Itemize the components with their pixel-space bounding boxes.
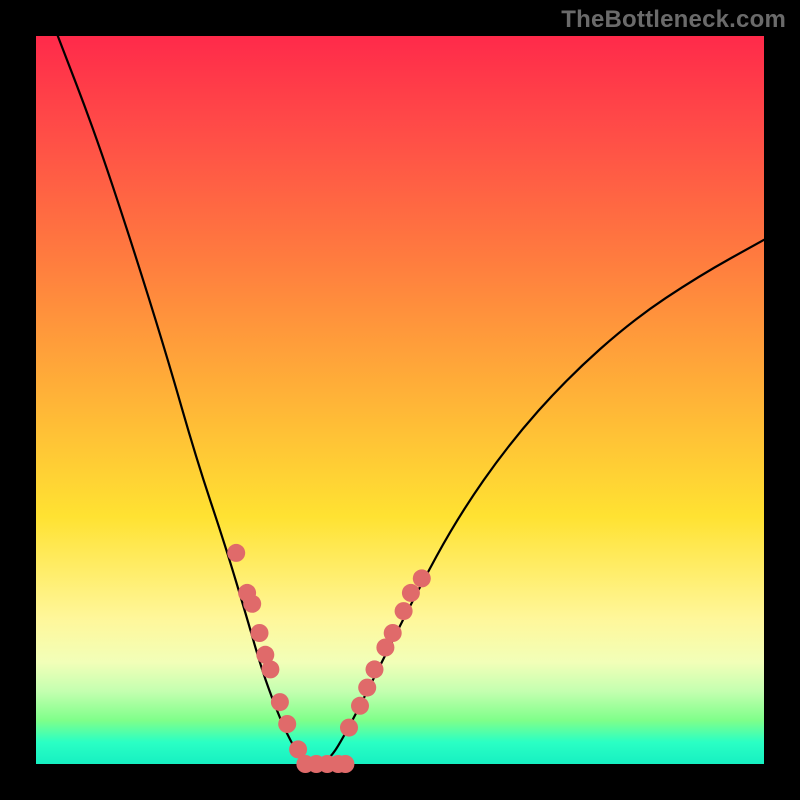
curve-marker [351,697,369,715]
curve-marker [358,679,376,697]
curve-marker [366,660,384,678]
curve-markers [227,544,431,773]
chart-svg [0,0,800,800]
curve-marker [251,624,269,642]
curve-marker [340,719,358,737]
curve-marker [384,624,402,642]
curve-marker [261,660,279,678]
curve-marker [227,544,245,562]
curve-marker [413,569,431,587]
curve-marker [271,693,289,711]
chart-frame: TheBottleneck.com [0,0,800,800]
curve-marker [395,602,413,620]
curve-marker [243,595,261,613]
curve-marker [402,584,420,602]
bottleneck-curve [58,36,764,764]
curve-marker [336,755,354,773]
curve-marker [278,715,296,733]
